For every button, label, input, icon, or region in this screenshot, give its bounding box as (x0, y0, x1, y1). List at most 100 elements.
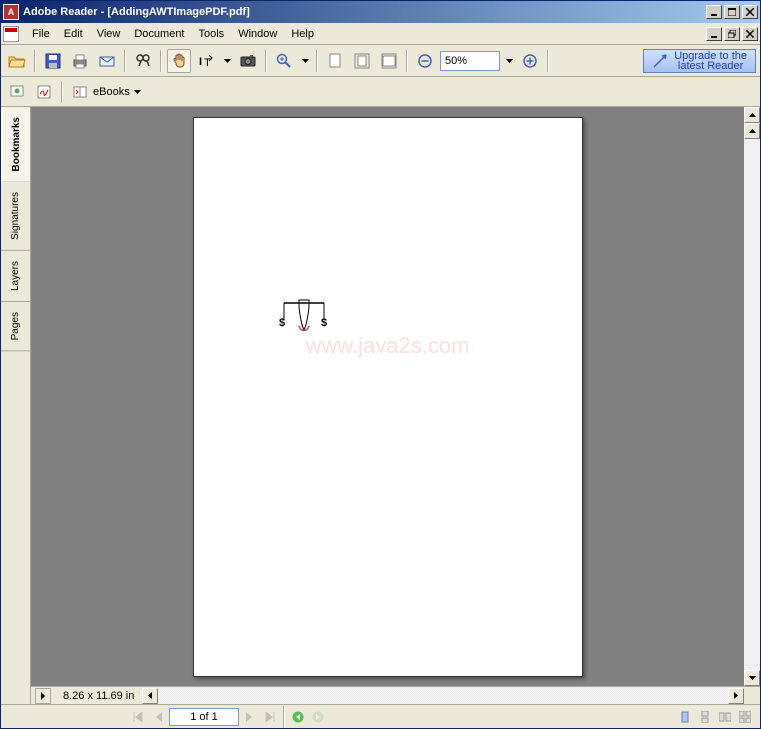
scroll-left-button[interactable] (142, 688, 158, 704)
page-navigation: 1 of 1 (129, 706, 327, 728)
scroll-down-button[interactable] (744, 670, 760, 686)
fit-width-button[interactable] (377, 49, 401, 73)
forward-button[interactable] (309, 708, 327, 726)
content-area: Bookmarks Signatures Layers Pages (1, 107, 760, 704)
first-page-button[interactable] (129, 708, 147, 726)
ebooks-icon (73, 84, 89, 100)
scroll-track[interactable] (744, 139, 760, 670)
separator (406, 50, 408, 72)
zoom-in-plus-button[interactable] (518, 49, 542, 73)
tab-signatures[interactable]: Signatures (1, 182, 30, 251)
tab-bookmarks[interactable]: Bookmarks (1, 107, 30, 182)
menu-view[interactable]: View (90, 26, 128, 42)
doc-minimize-button[interactable] (706, 27, 722, 41)
prev-page-button[interactable] (149, 708, 167, 726)
statusbar: 1 of 1 (1, 704, 760, 728)
scroll-up-button[interactable] (744, 123, 760, 139)
zoom-in-button[interactable] (272, 49, 296, 73)
ebooks-button[interactable]: eBooks (68, 80, 146, 104)
separator (34, 50, 36, 72)
close-button[interactable] (742, 5, 758, 19)
doc-close-button[interactable] (742, 27, 758, 41)
back-button[interactable] (289, 708, 307, 726)
app-name: Adobe Reader (23, 6, 98, 18)
svg-text:I: I (199, 56, 202, 68)
secondary-toolbar: eBooks (1, 77, 760, 107)
facing-view-button[interactable] (716, 708, 734, 726)
review-button[interactable] (5, 80, 29, 104)
scroll-right-button[interactable] (728, 688, 744, 704)
single-page-view-button[interactable] (676, 708, 694, 726)
svg-text:$: $ (279, 317, 285, 329)
doc-name: [AddingAWTImagePDF.pdf] (107, 6, 249, 18)
upgrade-button[interactable]: Upgrade to thelatest Reader (643, 49, 756, 73)
next-page-button[interactable] (241, 708, 259, 726)
zoom-input[interactable]: 50% (440, 51, 500, 71)
window-title: Adobe Reader - [AddingAWTImagePDF.pdf] (23, 6, 706, 18)
menu-help[interactable]: Help (284, 26, 321, 42)
separator (124, 50, 126, 72)
chevron-down-icon (134, 90, 141, 94)
menu-edit[interactable]: Edit (57, 26, 90, 42)
horizontal-scrollbar[interactable] (142, 688, 744, 704)
save-button[interactable] (41, 49, 65, 73)
navigation-pane: Bookmarks Signatures Layers Pages (1, 107, 31, 704)
pdf-page: $ $ www.java2s.com (193, 117, 583, 677)
svg-text:$: $ (321, 317, 327, 329)
separator (316, 50, 318, 72)
page-viewport[interactable]: $ $ www.java2s.com (31, 107, 744, 686)
separator (160, 50, 162, 72)
separator (283, 706, 285, 728)
last-page-button[interactable] (261, 708, 279, 726)
separator (265, 50, 267, 72)
search-button[interactable] (131, 49, 155, 73)
print-button[interactable] (68, 49, 92, 73)
tab-pages[interactable]: Pages (1, 302, 30, 351)
titlebar: A Adobe Reader - [AddingAWTImagePDF.pdf] (1, 1, 760, 23)
menu-tools[interactable]: Tools (192, 26, 232, 42)
zoom-out-button[interactable] (413, 49, 437, 73)
menu-file[interactable]: File (25, 26, 57, 42)
page-number-value: 1 of 1 (190, 711, 218, 723)
hand-tool-button[interactable] (167, 49, 191, 73)
upgrade-icon (652, 53, 668, 69)
select-tool-button[interactable]: IT (194, 49, 218, 73)
email-button[interactable] (95, 49, 119, 73)
watermark: www.java2s.com (194, 333, 582, 359)
zoom-tool-dropdown[interactable] (299, 51, 311, 71)
menubar: File Edit View Document Tools Window Hel… (1, 23, 760, 45)
expand-pane-button[interactable] (35, 688, 51, 704)
separator (547, 50, 549, 72)
pdf-icon (3, 26, 19, 42)
open-button[interactable] (5, 49, 29, 73)
continuous-facing-view-button[interactable] (736, 708, 754, 726)
doc-window-controls (706, 27, 758, 41)
continuous-view-button[interactable] (696, 708, 714, 726)
page-number-input[interactable]: 1 of 1 (169, 708, 239, 726)
vertical-scrollbar[interactable] (744, 107, 760, 686)
menu-window[interactable]: Window (231, 26, 284, 42)
maximize-button[interactable] (724, 5, 740, 19)
page-image: $ $ (279, 298, 329, 338)
minimize-button[interactable] (706, 5, 722, 19)
scroll-area: $ $ www.java2s.com (31, 107, 760, 686)
view-mode-buttons (676, 708, 754, 726)
fit-page-button[interactable] (350, 49, 374, 73)
snapshot-tool-button[interactable] (236, 49, 260, 73)
tab-layers[interactable]: Layers (1, 251, 30, 302)
upgrade-text: Upgrade to thelatest Reader (674, 51, 747, 71)
separator (61, 81, 63, 103)
menu-document[interactable]: Document (127, 26, 191, 42)
svg-text:T: T (204, 57, 211, 69)
sign-button[interactable] (32, 80, 56, 104)
hscroll-track[interactable] (158, 688, 728, 704)
app-window: A Adobe Reader - [AddingAWTImagePDF.pdf]… (0, 0, 761, 729)
zoom-dropdown[interactable] (503, 51, 515, 71)
app-icon: A (3, 4, 19, 20)
horizontal-status-row: 8.26 x 11.69 in (31, 686, 760, 704)
actual-size-button[interactable] (323, 49, 347, 73)
scroll-up-arrow[interactable] (744, 107, 760, 123)
zoom-value: 50% (445, 55, 467, 67)
doc-restore-button[interactable] (724, 27, 740, 41)
select-tool-dropdown[interactable] (221, 51, 233, 71)
